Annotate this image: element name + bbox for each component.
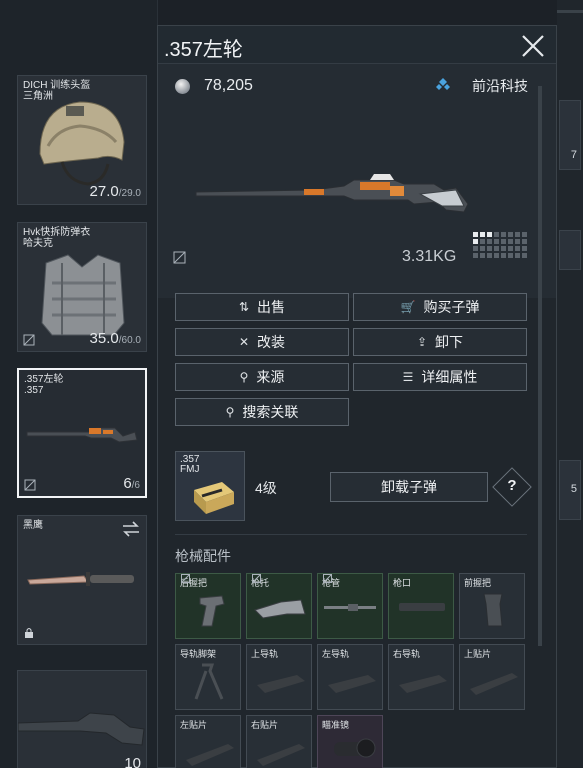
search-icon: ⚲ [239,370,249,384]
app-root: DICH 训练头盔 三角洲 27.0/29.0 Hvk快拆防弹衣 哈夫克 35.… [0,0,583,768]
foregrip-image [483,593,503,627]
manufacturer-name: 前沿科技 [472,78,528,94]
strip-tab-1[interactable]: 7 [559,100,581,170]
panel-cover-image [186,744,234,766]
muzzle-image [399,603,445,611]
list-icon: ☰ [402,370,414,384]
unload-ammo-label: 卸载子弹 [381,479,437,495]
search-related-label: 搜索关联 [242,404,299,420]
rifle-image [18,712,145,746]
attachment-slot-barrel[interactable]: 枪管 [317,573,383,639]
panel-cover-image [257,744,305,766]
grip-image [199,595,225,627]
source-button[interactable]: ⚲ 来源 [175,363,349,391]
attachment-slot-muzzle[interactable]: 枪口 [388,573,454,639]
slot-durability: 6/6 [123,475,140,492]
item-preview: 78,205 前沿科技 3.31KG [158,64,556,298]
modify-button[interactable]: ✕ 改装 [175,328,349,356]
no-bind-icon [24,479,36,491]
strip-tab-label: 7 [570,149,577,161]
attachment-slot-right-rail[interactable]: 右导轨 [388,644,454,710]
no-bind-icon [323,574,332,583]
sell-button[interactable]: ⇅ 出售 [175,293,349,321]
no-bind-icon [181,574,190,583]
no-bind-icon [252,574,261,583]
strip-divider [557,10,583,13]
equip-slot-helmet[interactable]: DICH 训练头盔 三角洲 27.0/29.0 [17,75,147,205]
attachment-slot-stock[interactable]: 枪托 [246,573,312,639]
barrel-image [324,604,376,611]
attachment-slot-left-rail[interactable]: 左导轨 [317,644,383,710]
strip-tab-label: 5 [570,483,577,495]
rail-image [399,675,447,693]
no-bind-icon [173,251,186,264]
coin-icon [175,79,190,94]
buy-ammo-label: 购买子弹 [423,299,480,315]
panel-title: .357左轮 [164,39,243,61]
no-bind-icon [23,334,35,346]
item-size-grid-icon [473,232,527,258]
item-price: 78,205 [204,77,253,94]
search-related-button[interactable]: ⚲ 搜索关联 [175,398,349,426]
panel-scrollbar[interactable] [538,86,542,646]
panel-cover-image [470,673,518,695]
buy-ammo-button[interactable]: 🛒 购买子弹 [353,293,527,321]
ammo-slot[interactable]: .357 FMJ [175,451,245,521]
equip-slot-melee[interactable]: 黑鹰 [17,515,147,645]
right-inventory-strip: 7 5 [557,0,583,768]
knife-image [27,572,134,586]
attachment-slot-foregrip[interactable]: 前握把 [459,573,525,639]
lock-icon [25,628,33,638]
ammo-level: 4级 [255,480,277,496]
unload-button[interactable]: ⇪ 卸下 [353,328,527,356]
attachment-slot-scope[interactable]: 瞄准镜 [317,715,383,768]
rail-image [257,675,305,693]
weapon-image [195,174,469,213]
sell-icon: ⇅ [238,300,250,314]
item-detail-panel: .357左轮 78,205 前沿科技 3.31KG ⇅ 出售 🛒 购买子弹 ✕ … [157,25,557,768]
upload-icon: ⇪ [416,335,428,349]
stock-image [254,599,306,619]
section-divider [175,534,527,535]
cart-icon: 🛒 [400,300,416,314]
search-icon: ⚲ [225,405,235,419]
sell-label: 出售 [257,299,286,315]
strip-tab-3[interactable]: 5 [559,460,581,520]
equip-slot-secondary[interactable]: 10 [17,670,147,768]
item-weight: 3.31KG [402,248,457,265]
attachment-slot-left-panel[interactable]: 左贴片 [175,715,241,768]
close-icon[interactable] [520,33,546,59]
attachment-slot-rear-grip[interactable]: 后握把 [175,573,241,639]
panel-header: .357左轮 [158,26,556,64]
attachment-slot-right-panel[interactable]: 右贴片 [246,715,312,768]
brand-logo-icon [436,78,450,90]
attachments-section-title: 枪械配件 [175,548,231,564]
tools-icon: ✕ [238,335,250,349]
slot-durability: 10 [124,755,141,768]
unload-label: 卸下 [435,334,464,350]
attachment-slot-top-panel[interactable]: 上贴片 [459,644,525,710]
source-label: 来源 [256,369,285,385]
equip-slot-armor[interactable]: Hvk快拆防弹衣 哈夫克 35.0/60.0 [17,222,147,352]
rail-image [328,675,376,693]
help-icon: ? [507,477,517,494]
slot-durability: 35.0/60.0 [89,330,141,347]
strip-tab-2[interactable] [559,230,581,270]
scope-image [334,738,376,758]
bipod-image [194,663,224,700]
equip-slot-weapon-selected[interactable]: .357左轮 .357 6/6 [17,368,147,498]
slot-durability: 27.0/29.0 [89,183,141,200]
attachment-slot-top-rail[interactable]: 上导轨 [246,644,312,710]
unload-ammo-button[interactable]: 卸载子弹 [330,472,488,502]
attachment-slot-bipod[interactable]: 导轨脚架 [175,644,241,710]
ammo-box-image [194,482,234,514]
modify-label: 改装 [257,334,286,350]
details-button[interactable]: ☰ 详细属性 [353,363,527,391]
details-label: 详细属性 [421,369,478,385]
equipment-column: DICH 训练头盔 三角洲 27.0/29.0 Hvk快拆防弹衣 哈夫克 35.… [0,0,158,768]
